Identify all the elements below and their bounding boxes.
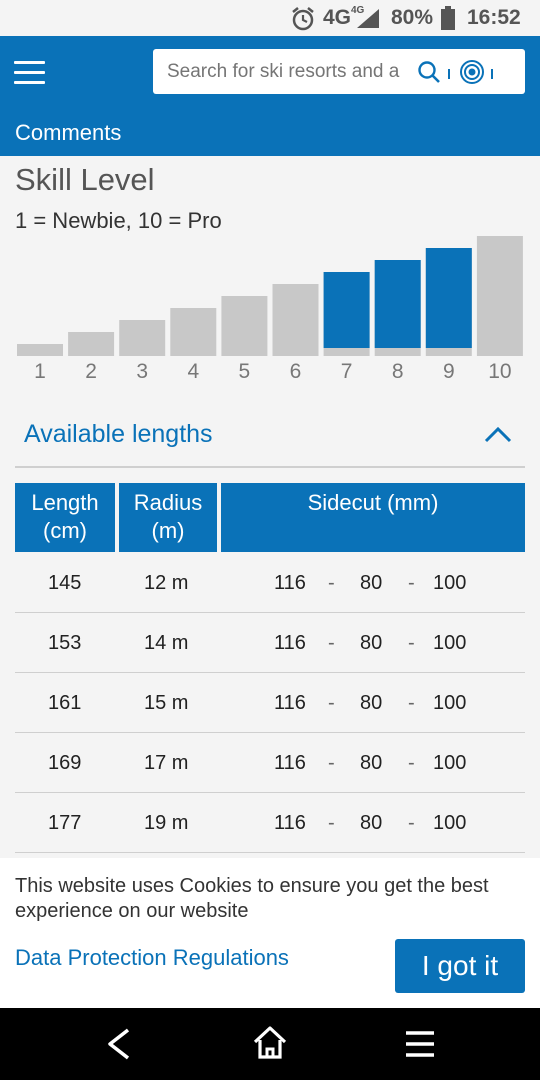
skill-bar bbox=[17, 344, 63, 356]
skill-tick-label: 10 bbox=[488, 360, 511, 383]
sidecut-waist-cell: 80 bbox=[360, 752, 383, 774]
available-lengths-title[interactable]: Available lengths bbox=[24, 420, 213, 449]
separator-mark bbox=[448, 69, 450, 79]
sidecut-waist-cell: 80 bbox=[360, 812, 383, 834]
radius-cell: 15 m bbox=[144, 692, 189, 714]
column-header-sidecut: Sidecut (mm) bbox=[221, 483, 525, 552]
status-bar: 4G 4G 80% 16:52 bbox=[0, 0, 540, 36]
accept-cookies-button[interactable]: I got it bbox=[395, 939, 525, 993]
sidecut-tip-cell: 116 bbox=[274, 572, 306, 594]
battery-icon bbox=[441, 6, 455, 30]
table-row: 161 15 m 116 - 80 - 100 bbox=[15, 672, 525, 733]
skill-tick-label: 8 bbox=[392, 360, 404, 383]
skill-bar-highlight bbox=[425, 248, 472, 348]
location-target-icon[interactable] bbox=[459, 59, 485, 85]
skill-bar-highlight bbox=[374, 260, 421, 348]
sidecut-separator: - bbox=[408, 632, 415, 654]
skill-bar bbox=[119, 320, 166, 356]
search-input[interactable] bbox=[167, 60, 403, 84]
skill-bar bbox=[221, 296, 268, 356]
table-row: 145 12 m 116 - 80 - 100 bbox=[15, 552, 525, 613]
skill-tick-label: 9 bbox=[443, 360, 455, 383]
skill-tick-label: 5 bbox=[239, 360, 251, 383]
length-cell: 169 bbox=[48, 752, 82, 774]
table-row: 169 17 m 116 - 80 - 100 bbox=[15, 732, 525, 793]
skill-level-chart: 1 2 3 4 5 6 7 8 9 10 bbox=[17, 236, 523, 383]
length-cell: 153 bbox=[48, 632, 82, 654]
back-icon[interactable] bbox=[104, 1028, 134, 1060]
sidecut-separator: - bbox=[328, 692, 335, 714]
search-box[interactable] bbox=[153, 49, 525, 94]
skill-bar bbox=[476, 236, 523, 356]
radius-cell: 14 m bbox=[144, 632, 189, 654]
tab-comments[interactable]: Comments bbox=[15, 120, 121, 146]
skill-tick-label: 2 bbox=[85, 360, 97, 383]
skill-bar bbox=[272, 284, 319, 356]
skill-tick-label: 7 bbox=[341, 360, 353, 383]
sidecut-tip-cell: 116 bbox=[274, 812, 306, 834]
sidecut-separator: - bbox=[328, 632, 335, 654]
alarm-icon bbox=[292, 7, 314, 31]
sidecut-tip-cell: 116 bbox=[274, 692, 306, 714]
battery-percent: 80% bbox=[391, 6, 434, 29]
sidecut-waist-cell: 80 bbox=[360, 632, 383, 654]
sidecut-tail-cell: 100 bbox=[433, 812, 467, 834]
sidecut-tail-cell: 100 bbox=[433, 572, 467, 594]
skill-tick-label: 4 bbox=[187, 360, 199, 383]
skill-bar bbox=[68, 332, 115, 356]
column-header-label: Radius bbox=[133, 490, 203, 515]
system-nav-bar bbox=[0, 1008, 540, 1080]
sidecut-waist-cell: 80 bbox=[360, 572, 383, 594]
column-header-length: Length (cm) bbox=[15, 483, 115, 552]
sidecut-separator: - bbox=[408, 812, 415, 834]
skill-tick-label: 3 bbox=[136, 360, 148, 383]
column-header-unit: (cm) bbox=[43, 518, 87, 543]
column-header-unit: (m) bbox=[151, 518, 185, 543]
length-cell: 177 bbox=[48, 812, 82, 834]
signal-icon bbox=[357, 9, 379, 28]
home-icon[interactable] bbox=[252, 1025, 288, 1061]
sidecut-tail-cell: 100 bbox=[433, 632, 467, 654]
cookie-message: This website uses Cookies to ensure you … bbox=[15, 875, 489, 922]
sidecut-tip-cell: 116 bbox=[274, 752, 306, 774]
skill-bar bbox=[170, 308, 217, 356]
radius-cell: 17 m bbox=[144, 752, 189, 774]
table-row: 153 14 m 116 - 80 - 100 bbox=[15, 612, 525, 673]
column-header-label: Length bbox=[31, 490, 99, 515]
length-cell: 161 bbox=[48, 692, 82, 714]
radius-cell: 19 m bbox=[144, 812, 189, 834]
menu-icon[interactable] bbox=[14, 61, 46, 85]
chevron-up-icon[interactable] bbox=[484, 425, 512, 443]
radius-cell: 12 m bbox=[144, 572, 189, 594]
skill-tick-label: 1 bbox=[34, 360, 46, 383]
sidecut-tip-cell: 116 bbox=[274, 632, 306, 654]
sidecut-separator: - bbox=[408, 752, 415, 774]
sidecut-tail-cell: 100 bbox=[433, 752, 467, 774]
column-header-label: Sidecut (mm) bbox=[307, 490, 439, 515]
section-divider bbox=[15, 466, 525, 468]
separator-mark bbox=[491, 69, 493, 79]
sidecut-waist-cell: 80 bbox=[360, 692, 383, 714]
search-icon[interactable] bbox=[417, 60, 441, 84]
sidecut-separator: - bbox=[328, 572, 335, 594]
network-type: 4G bbox=[323, 6, 352, 29]
table-row: 177 19 m 116 - 80 - 100 bbox=[15, 792, 525, 853]
column-header-radius: Radius (m) bbox=[119, 483, 217, 552]
skill-tick-label: 6 bbox=[290, 360, 302, 383]
sidecut-separator: - bbox=[328, 812, 335, 834]
sidecut-separator: - bbox=[408, 572, 415, 594]
skill-level-title: Skill Level bbox=[15, 162, 155, 197]
recent-apps-icon[interactable] bbox=[404, 1030, 436, 1058]
clock: 16:52 bbox=[467, 6, 521, 29]
skill-bar-highlight bbox=[323, 272, 370, 348]
data-protection-link[interactable]: Data Protection Regulations bbox=[15, 945, 289, 971]
sidecut-tail-cell: 100 bbox=[433, 692, 467, 714]
sidecut-separator: - bbox=[328, 752, 335, 774]
length-cell: 145 bbox=[48, 572, 82, 594]
sidecut-separator: - bbox=[408, 692, 415, 714]
